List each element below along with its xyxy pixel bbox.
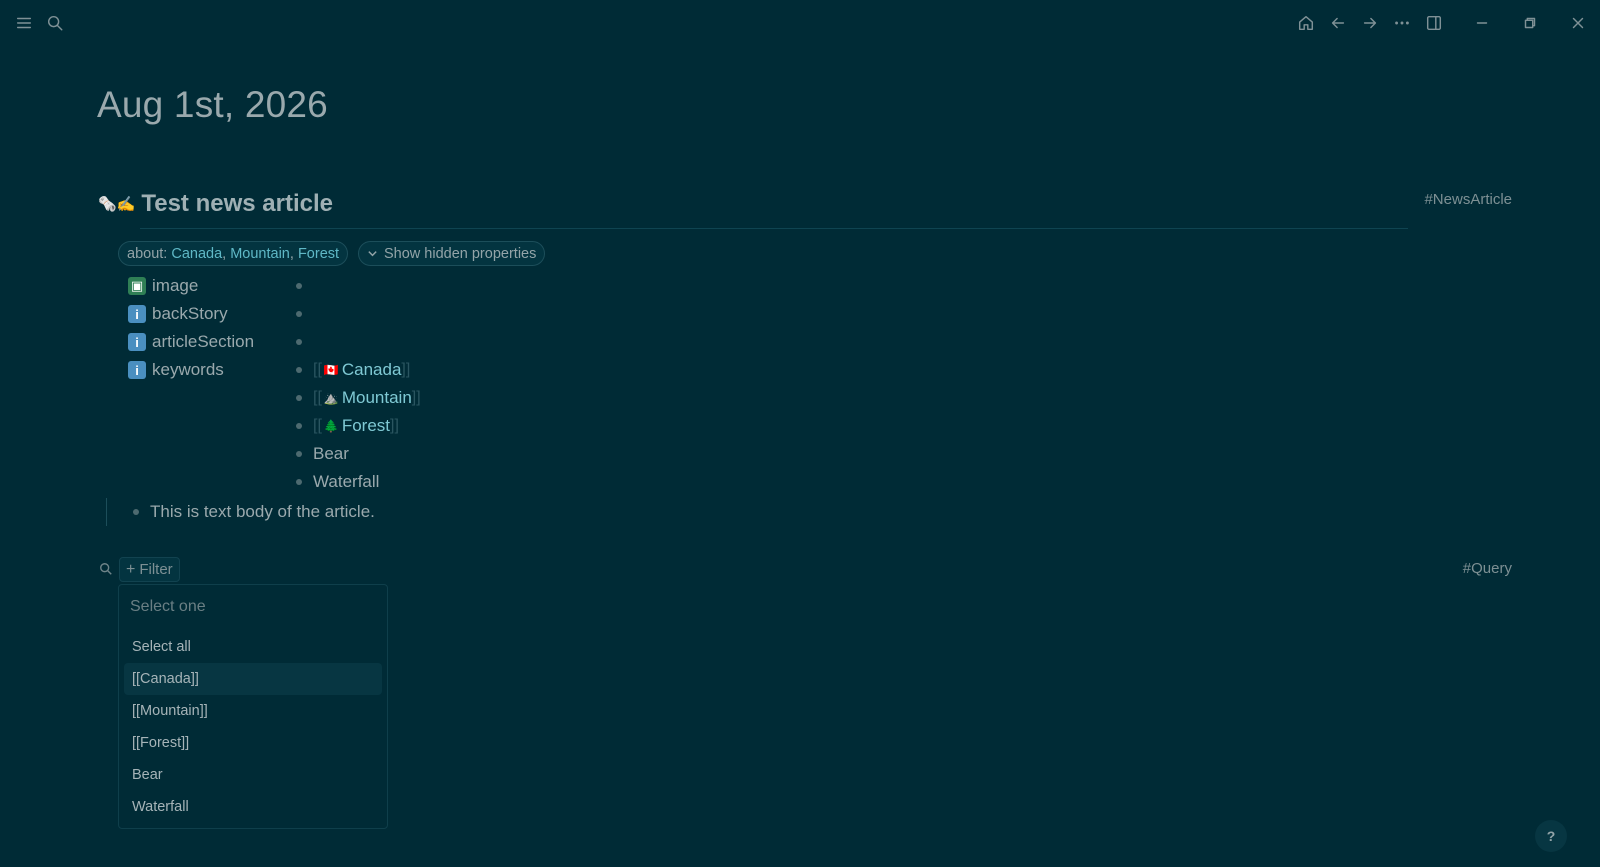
about-link-mountain[interactable]: Mountain xyxy=(230,246,290,262)
select-one-input[interactable] xyxy=(119,585,387,629)
keyword-value-forest[interactable]: [[ 🌲 Forest ]] xyxy=(296,414,399,438)
body-text: This is text body of the article. xyxy=(150,502,375,521)
plus-icon: + xyxy=(126,560,136,578)
page-title[interactable]: Aug 1st, 2026 xyxy=(97,84,328,126)
keyword-text: Waterfall xyxy=(313,472,380,491)
image-icon: ▣ xyxy=(128,277,146,295)
restore-icon[interactable] xyxy=(1518,11,1542,35)
bullet-icon xyxy=(296,367,302,373)
tree-icon: 🌲 xyxy=(323,419,339,433)
sidebar-toggle-icon[interactable] xyxy=(1422,11,1446,35)
keyword-value-bear[interactable]: Bear xyxy=(296,442,349,466)
keyword-text: Bear xyxy=(313,444,349,463)
property-name: backStory xyxy=(152,304,228,323)
property-articlesection[interactable]: i articleSection xyxy=(128,330,254,354)
option-forest[interactable]: [[Forest]] xyxy=(124,727,382,759)
query-search-icon xyxy=(99,562,113,576)
about-link-canada[interactable]: Canada xyxy=(171,246,222,262)
bullet-icon xyxy=(296,311,302,317)
child-block-guide xyxy=(106,498,107,526)
property-backstory[interactable]: i backStory xyxy=(128,302,228,326)
info-icon: i xyxy=(128,333,146,351)
option-mountain[interactable]: [[Mountain]] xyxy=(124,695,382,727)
keyword-value-canada[interactable]: [[ 🇨🇦 Canada ]] xyxy=(296,358,410,382)
forward-arrow-icon[interactable] xyxy=(1358,11,1382,35)
chevron-down-icon xyxy=(368,251,377,257)
bullet-icon xyxy=(296,451,302,457)
search-icon[interactable] xyxy=(43,11,67,35)
keyword-value-mountain[interactable]: [[ ⛰️ Mountain ]] xyxy=(296,386,421,410)
show-hidden-label: Show hidden properties xyxy=(384,245,537,262)
bullet-icon xyxy=(133,509,139,515)
close-icon[interactable] xyxy=(1566,11,1590,35)
add-filter-button[interactable]: + Filter xyxy=(119,557,180,582)
bullet-icon xyxy=(296,339,302,345)
minimize-icon[interactable] xyxy=(1470,11,1494,35)
option-select-all[interactable]: Select all xyxy=(124,631,382,663)
bullet-icon xyxy=(296,479,302,485)
property-name: articleSection xyxy=(152,332,255,351)
image-value-empty[interactable] xyxy=(296,274,313,298)
back-arrow-icon[interactable] xyxy=(1326,11,1350,35)
info-icon: i xyxy=(128,305,146,323)
bullet-icon xyxy=(296,283,302,289)
backstory-value-empty[interactable] xyxy=(296,302,313,326)
mountain-icon: ⛰️ xyxy=(323,391,339,405)
body-text-block[interactable]: This is text body of the article. xyxy=(133,500,375,524)
top-bar xyxy=(0,0,1600,46)
block-heading-text: Test news article xyxy=(141,190,333,217)
bullet-icon xyxy=(296,395,302,401)
about-link-forest[interactable]: Forest xyxy=(298,246,339,262)
block-heading[interactable]: 🗞️✍️ Test news article xyxy=(98,190,333,218)
about-property-pill[interactable]: about: Canada, Mountain, Forest xyxy=(118,241,349,266)
page-link[interactable]: Forest xyxy=(342,416,390,436)
more-icon[interactable] xyxy=(1390,11,1414,35)
news-article-emoji-icon: 🗞️✍️ xyxy=(98,196,136,213)
about-label: about: xyxy=(127,245,168,262)
page-link[interactable]: Canada xyxy=(342,360,402,380)
news-article-tag[interactable]: #NewsArticle xyxy=(1424,191,1512,208)
menu-icon[interactable] xyxy=(12,11,36,35)
keyword-value-waterfall[interactable]: Waterfall xyxy=(296,470,379,494)
property-image[interactable]: ▣ image xyxy=(128,274,198,298)
canada-flag-icon: 🇨🇦 xyxy=(323,363,339,377)
bullet-icon xyxy=(296,423,302,429)
page-link[interactable]: Mountain xyxy=(342,388,412,408)
option-canada[interactable]: [[Canada]] xyxy=(124,663,382,695)
info-icon: i xyxy=(128,361,146,379)
property-name: image xyxy=(152,276,199,295)
filter-dropdown: Select all [[Canada]] [[Mountain]] [[For… xyxy=(118,584,388,829)
heading-divider xyxy=(140,228,1408,229)
filter-label: Filter xyxy=(139,561,173,578)
property-keywords[interactable]: i keywords xyxy=(128,358,224,382)
option-bear[interactable]: Bear xyxy=(124,759,382,791)
articlesection-value-empty[interactable] xyxy=(296,330,313,354)
property-name: keywords xyxy=(152,360,224,379)
option-waterfall[interactable]: Waterfall xyxy=(124,791,382,823)
show-hidden-properties-button[interactable]: Show hidden properties xyxy=(358,241,546,266)
help-button[interactable]: ? xyxy=(1535,820,1567,852)
home-icon[interactable] xyxy=(1294,11,1318,35)
query-tag[interactable]: #Query xyxy=(1463,560,1512,577)
